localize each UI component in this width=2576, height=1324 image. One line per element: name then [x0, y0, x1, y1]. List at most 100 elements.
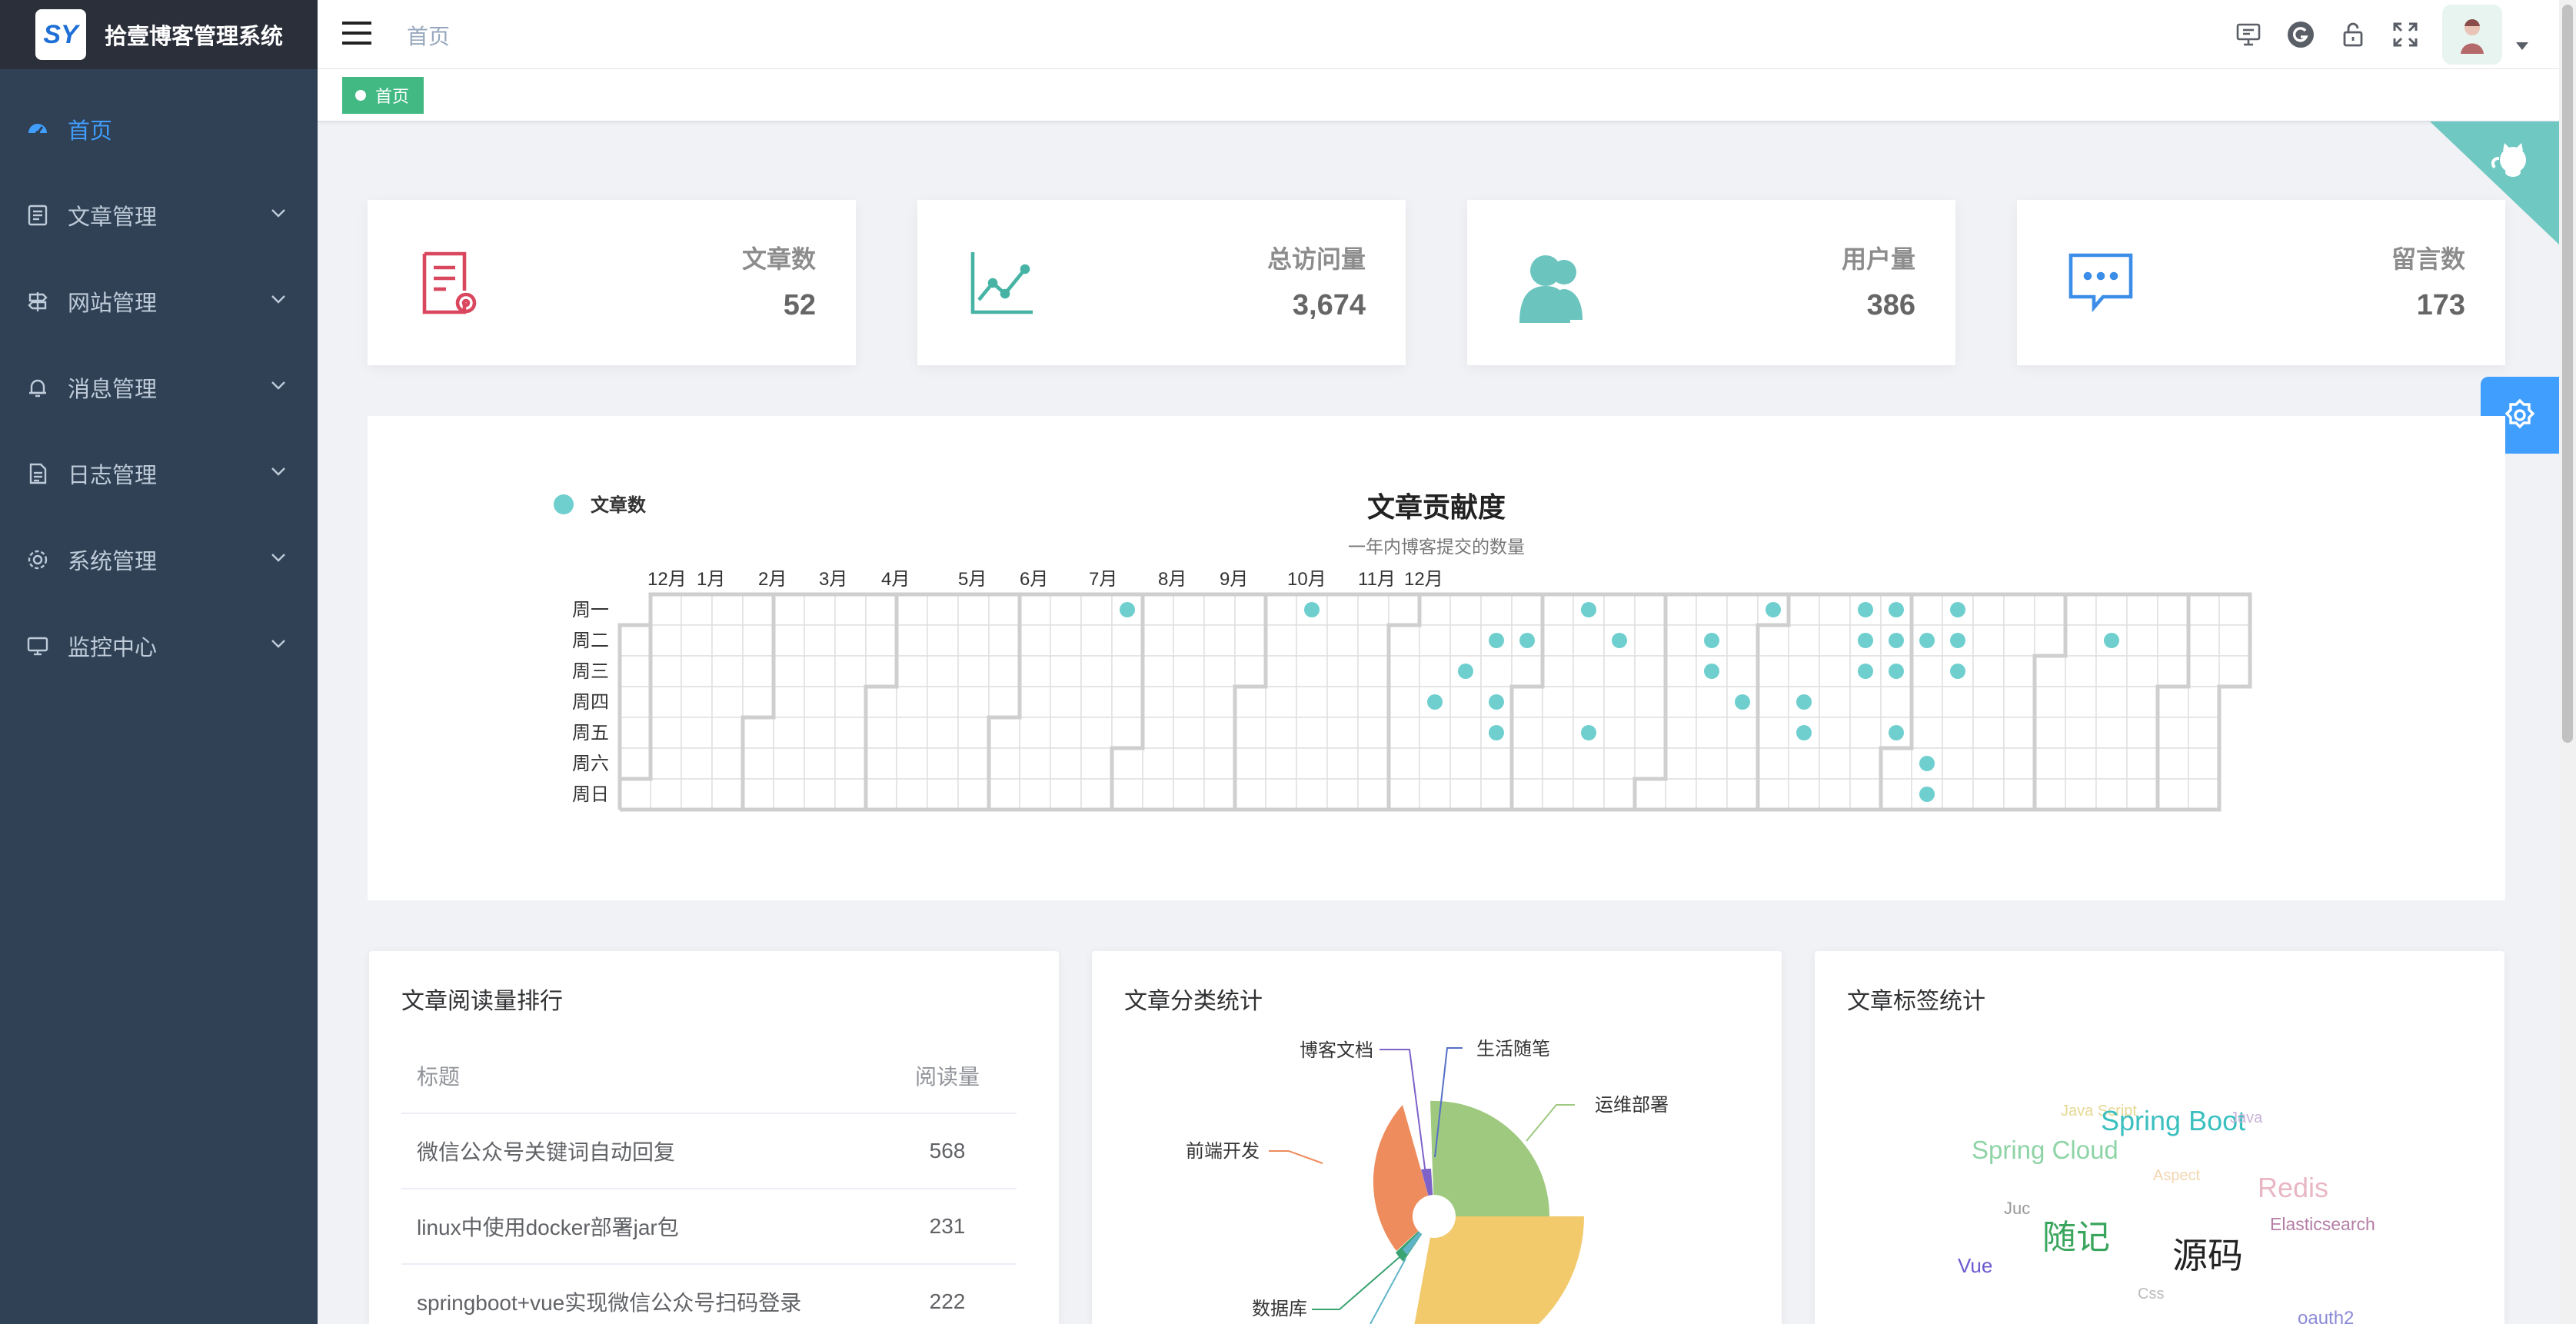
sidebar-item-monitor[interactable]: 监控中心 — [0, 603, 318, 689]
contribution-dot[interactable] — [1858, 664, 1873, 679]
calendar-cell[interactable] — [1203, 624, 1236, 657]
lock-icon[interactable] — [2330, 12, 2376, 58]
screen-icon[interactable] — [2225, 12, 2271, 58]
calendar-cell[interactable] — [742, 778, 774, 810]
calendar-cell[interactable] — [2188, 594, 2220, 626]
calendar-cell[interactable] — [1542, 717, 1574, 749]
calendar-cell[interactable] — [834, 747, 867, 780]
calendar-cell[interactable] — [2188, 686, 2220, 718]
calendar-cell[interactable] — [681, 717, 713, 749]
calendar-cell[interactable] — [1357, 594, 1390, 626]
calendar-cell[interactable] — [1265, 624, 1297, 657]
calendar-cell[interactable] — [804, 624, 836, 657]
calendar-cell[interactable] — [988, 717, 1020, 749]
contribution-dot[interactable] — [1796, 694, 1812, 710]
calendar-cell[interactable] — [1050, 624, 1082, 657]
calendar-cell[interactable] — [711, 594, 744, 626]
calendar-cell[interactable] — [2003, 747, 2035, 780]
calendar-cell[interactable] — [2095, 655, 2128, 687]
hamburger-icon[interactable] — [341, 17, 373, 49]
calendar-cell[interactable] — [2126, 655, 2158, 687]
calendar-cell[interactable] — [2157, 655, 2189, 687]
calendar-cell[interactable] — [2034, 594, 2066, 626]
calendar-cell[interactable] — [1019, 717, 1051, 749]
calendar-cell[interactable] — [2188, 778, 2220, 810]
calendar-cell[interactable] — [2157, 778, 2189, 810]
calendar-cell[interactable] — [2003, 594, 2035, 626]
calendar-cell[interactable] — [1111, 655, 1143, 687]
calendar-cell[interactable] — [1080, 717, 1113, 749]
calendar-cell[interactable] — [927, 717, 959, 749]
calendar-cell[interactable] — [1019, 594, 1051, 626]
tag-word[interactable]: Juc — [2004, 1199, 2030, 1218]
calendar-cell[interactable] — [1080, 624, 1113, 657]
calendar-cell[interactable] — [2157, 686, 2189, 718]
calendar-cell[interactable] — [1942, 717, 1974, 749]
calendar-cell[interactable] — [619, 747, 651, 780]
calendar-cell[interactable] — [896, 686, 928, 718]
contribution-dot[interactable] — [1427, 694, 1443, 710]
git-icon[interactable] — [2278, 12, 2324, 58]
calendar-cell[interactable] — [1788, 747, 1820, 780]
calendar-cell[interactable] — [1480, 594, 1513, 626]
calendar-cell[interactable] — [1511, 717, 1543, 749]
calendar-cell[interactable] — [1203, 594, 1236, 626]
contribution-dot[interactable] — [1919, 633, 1935, 648]
calendar-cell[interactable] — [1142, 778, 1174, 810]
calendar-cell[interactable] — [2188, 655, 2220, 687]
calendar-cell[interactable] — [773, 594, 805, 626]
calendar-cell[interactable] — [1511, 778, 1543, 810]
calendar-cell[interactable] — [1234, 686, 1266, 718]
calendar-cell[interactable] — [804, 655, 836, 687]
calendar-cell[interactable] — [2034, 686, 2066, 718]
calendar-cell[interactable] — [2126, 624, 2158, 657]
calendar-cell[interactable] — [2003, 686, 2035, 718]
contribution-dot[interactable] — [1796, 725, 1812, 740]
calendar-cell[interactable] — [1080, 594, 1113, 626]
calendar-cell[interactable] — [681, 594, 713, 626]
calendar-cell[interactable] — [1357, 655, 1390, 687]
tag-word[interactable]: Elasticsearch — [2270, 1214, 2375, 1234]
calendar-cell[interactable] — [1173, 624, 1205, 657]
calendar-cell[interactable] — [1449, 686, 1482, 718]
calendar-cell[interactable] — [2065, 686, 2097, 718]
calendar-cell[interactable] — [927, 686, 959, 718]
stat-card-users[interactable]: 用户量 386 — [1467, 200, 1955, 365]
calendar-cell[interactable] — [1665, 655, 1697, 687]
calendar-cell[interactable] — [1511, 655, 1543, 687]
calendar-cell[interactable] — [1665, 717, 1697, 749]
contribution-dot[interactable] — [1858, 602, 1873, 617]
calendar-cell[interactable] — [1696, 778, 1728, 810]
calendar-cell[interactable] — [773, 717, 805, 749]
calendar-cell[interactable] — [988, 747, 1020, 780]
calendar-cell[interactable] — [2095, 717, 2128, 749]
calendar-cell[interactable] — [1603, 717, 1636, 749]
calendar-cell[interactable] — [1942, 747, 1974, 780]
calendar-cell[interactable] — [1388, 624, 1420, 657]
calendar-cell[interactable] — [1911, 655, 1943, 687]
calendar-cell[interactable] — [773, 778, 805, 810]
contribution-dot[interactable] — [1489, 694, 1504, 710]
calendar-cell[interactable] — [1880, 747, 1912, 780]
calendar-cell[interactable] — [773, 655, 805, 687]
calendar-cell[interactable] — [2034, 717, 2066, 749]
calendar-cell[interactable] — [2065, 594, 2097, 626]
calendar-cell[interactable] — [1696, 686, 1728, 718]
calendar-cell[interactable] — [1296, 686, 1328, 718]
calendar-cell[interactable] — [1357, 747, 1390, 780]
calendar-cell[interactable] — [1296, 655, 1328, 687]
calendar-cell[interactable] — [1511, 594, 1543, 626]
calendar-cell[interactable] — [1173, 717, 1205, 749]
calendar-cell[interactable] — [1757, 686, 1789, 718]
calendar-cell[interactable] — [1972, 655, 2005, 687]
calendar-cell[interactable] — [1819, 747, 1851, 780]
calendar-cell[interactable] — [1449, 594, 1482, 626]
calendar-cell[interactable] — [2095, 594, 2128, 626]
calendar-cell[interactable] — [2157, 594, 2189, 626]
calendar-cell[interactable] — [1019, 747, 1051, 780]
calendar-cell[interactable] — [1942, 686, 1974, 718]
calendar-cell[interactable] — [1911, 594, 1943, 626]
calendar-cell[interactable] — [1819, 624, 1851, 657]
contribution-dot[interactable] — [1120, 602, 1135, 617]
calendar-cell[interactable] — [1972, 624, 2005, 657]
